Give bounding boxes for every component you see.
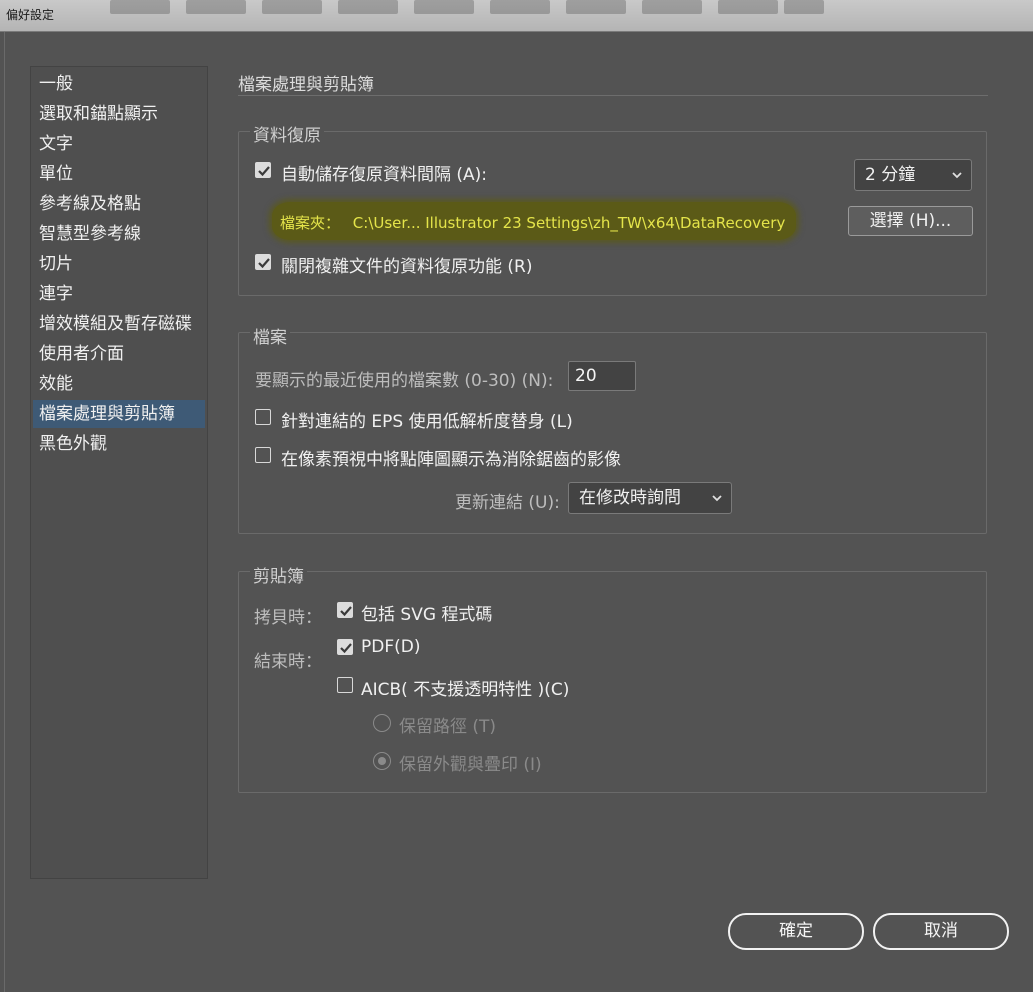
sidebar-item-units[interactable]: 單位 xyxy=(33,160,205,188)
background-menu-shadow xyxy=(718,0,778,14)
update-links-select[interactable]: 在修改時詢問 xyxy=(568,482,732,514)
eps-proxy-checkbox[interactable] xyxy=(255,409,271,425)
window-titlebar: 偏好設定 xyxy=(0,0,1033,32)
autosave-label: 自動儲存復原資料間隔 (A): xyxy=(281,165,488,185)
background-menu-shadow xyxy=(338,0,398,14)
sidebar-item-selection-anchor[interactable]: 選取和錨點顯示 xyxy=(33,100,205,128)
chevron-down-icon xyxy=(952,172,962,179)
background-menu-shadow xyxy=(784,0,824,14)
sidebar-item-type[interactable]: 文字 xyxy=(33,130,205,158)
aicb-label: AICB( 不支援透明特性 )(C) xyxy=(361,680,570,700)
cancel-button[interactable]: 取消 xyxy=(873,913,1009,950)
svg-code-label: 包括 SVG 程式碼 xyxy=(361,605,493,625)
page-title: 檔案處理與剪貼簿 xyxy=(238,75,374,95)
choose-folder-button[interactable]: 選擇 (H)... xyxy=(848,206,973,236)
data-recovery-group-label: 資料復原 xyxy=(250,121,324,146)
sidebar-item-performance[interactable]: 效能 xyxy=(33,370,205,398)
title-divider xyxy=(238,95,988,96)
sidebar-item-slices[interactable]: 切片 xyxy=(33,250,205,278)
sidebar-item-file-handling[interactable]: 檔案處理與剪貼簿 xyxy=(33,400,205,428)
sidebar-item-general[interactable]: 一般 xyxy=(33,70,205,98)
pdf-checkbox[interactable] xyxy=(337,639,353,655)
background-menu-shadow xyxy=(414,0,474,14)
complex-doc-label: 關閉複雜文件的資料復原功能 (R) xyxy=(281,257,533,277)
preferences-sidebar: 一般 選取和錨點顯示 文字 單位 參考線及格點 智慧型參考線 切片 連字 增效模… xyxy=(30,66,208,879)
background-menu-shadow xyxy=(186,0,246,14)
folder-label: 檔案夾： xyxy=(280,214,341,232)
aicb-checkbox[interactable] xyxy=(337,677,353,693)
autosave-checkbox[interactable] xyxy=(255,162,271,178)
on-copy-label: 拷貝時： xyxy=(254,608,322,628)
preserve-paths-label: 保留路徑 (T) xyxy=(399,717,497,737)
preserve-appearance-radio[interactable] xyxy=(373,752,391,770)
clipboard-group-label: 剪貼簿 xyxy=(250,562,307,587)
svg-code-checkbox[interactable] xyxy=(337,602,353,618)
update-links-label: 更新連結 (U): xyxy=(455,493,560,513)
antialias-checkbox[interactable] xyxy=(255,447,271,463)
sidebar-item-guides-grid[interactable]: 參考線及格點 xyxy=(33,190,205,218)
pdf-label: PDF(D) xyxy=(361,637,421,657)
recent-files-label: 要顯示的最近使用的檔案數 (0-30) (N): xyxy=(255,371,554,391)
complex-doc-checkbox[interactable] xyxy=(255,254,271,270)
eps-proxy-label: 針對連結的 EPS 使用低解析度替身 (L) xyxy=(281,412,573,432)
files-group-label: 檔案 xyxy=(250,323,290,348)
ok-button[interactable]: 確定 xyxy=(728,913,864,950)
folder-path: C:\User... Illustrator 23 Settings\zh_TW… xyxy=(352,214,786,232)
update-links-value: 在修改時詢問 xyxy=(579,488,681,508)
on-quit-label: 結束時： xyxy=(254,652,322,672)
preserve-paths-radio[interactable] xyxy=(373,714,391,732)
sidebar-item-smart-guides[interactable]: 智慧型參考線 xyxy=(33,220,205,248)
background-menu-shadow xyxy=(262,0,322,14)
sidebar-item-plugins-scratch[interactable]: 增效模組及暫存磁碟 xyxy=(33,310,205,338)
sidebar-item-black-appearance[interactable]: 黑色外觀 xyxy=(33,430,205,458)
chevron-down-icon xyxy=(712,495,722,502)
autosave-interval-select[interactable]: 2 分鐘 xyxy=(854,159,972,191)
antialias-label: 在像素預視中將點陣圖顯示為消除鋸齒的影像 xyxy=(281,450,621,470)
background-menu-shadow xyxy=(566,0,626,14)
sidebar-item-user-interface[interactable]: 使用者介面 xyxy=(33,340,205,368)
preserve-appearance-label: 保留外觀與疊印 (I) xyxy=(399,755,542,775)
folder-path-row: 檔案夾： C:\User... Illustrator 23 Settings\… xyxy=(280,212,785,233)
background-menu-shadow xyxy=(490,0,550,14)
background-menu-shadow xyxy=(642,0,702,14)
recent-files-input[interactable]: 20 xyxy=(568,361,636,391)
sidebar-item-hyphenation[interactable]: 連字 xyxy=(33,280,205,308)
window-title: 偏好設定 xyxy=(6,8,55,22)
autosave-interval-value: 2 分鐘 xyxy=(865,165,916,185)
background-menu-shadow xyxy=(110,0,170,14)
